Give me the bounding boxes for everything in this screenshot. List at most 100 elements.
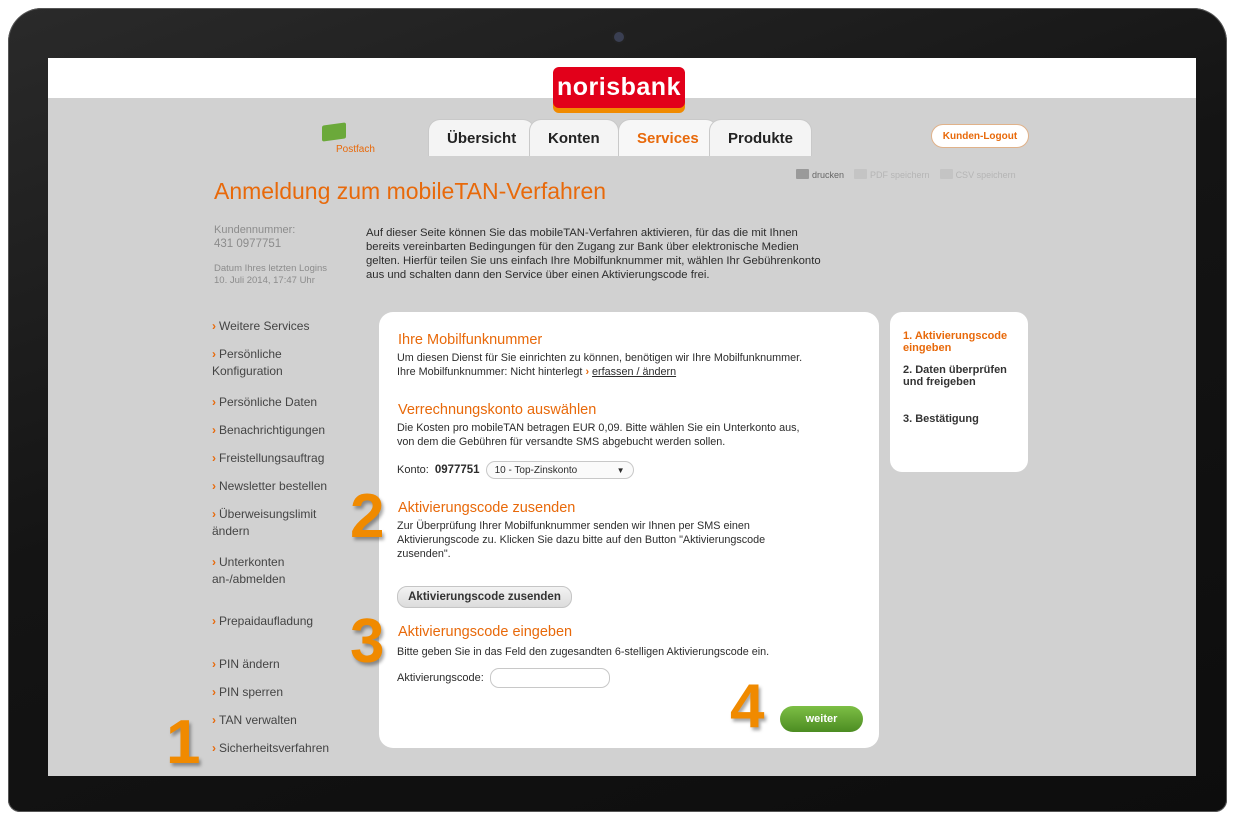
sidebar-item-prepaidaufladung[interactable]: › Prepaidaufladung	[212, 613, 352, 630]
chevron-right-icon: ›	[212, 347, 216, 361]
csv-link[interactable]: CSV speichern	[939, 169, 1016, 180]
send-text-line: Aktivierungscode zu. Klicken Sie dazu bi…	[397, 533, 766, 546]
code-row: Aktivierungscode:	[397, 668, 610, 688]
sidebar-item-persoenliche-daten[interactable]: › Persönliche Daten	[212, 394, 352, 411]
chevron-right-icon: ›	[212, 741, 216, 755]
enter-text: Bitte geben Sie in das Feld den zugesand…	[397, 646, 770, 658]
overlay-number-2: 2	[350, 482, 385, 551]
intro-line: Auf dieser Seite können Sie das mobileTA…	[366, 227, 798, 239]
postfach-link[interactable]: Postfach	[316, 122, 386, 156]
overlay-number-3: 3	[350, 607, 385, 676]
account-text-line: von dem die Gebühren für versandte SMS a…	[397, 435, 726, 448]
csv-icon	[939, 169, 953, 179]
print-link[interactable]: drucken	[796, 169, 844, 180]
step-2: 2. Daten überprüfen und freigeben	[903, 364, 1007, 388]
sidebar-item-pin-sperren[interactable]: › PIN sperren	[212, 684, 352, 701]
tab-uebersicht[interactable]: Übersicht	[428, 119, 536, 156]
chevron-right-icon: ›	[212, 507, 216, 521]
browser-screen: norisbank Postfach Übersicht Konten Serv…	[48, 58, 1196, 776]
sidebar-item-label: Weitere Services	[219, 319, 310, 333]
konto-select-value: 10 - Top-Zinskonto	[494, 464, 578, 476]
account-heading: Verrechnungskonto auswählen	[398, 402, 597, 418]
edit-mobile-link[interactable]: erfassen / ändern	[592, 366, 676, 378]
sidebar-item-label: Persönliche Konfiguration	[212, 347, 283, 378]
send-text-line: Zur Überprüfung Ihrer Mobilfunknummer se…	[397, 520, 750, 532]
sidebar-item-label: Newsletter bestellen	[219, 479, 328, 493]
chevron-right-icon: ›	[585, 366, 590, 378]
sidebar-item-freistellungsauftrag[interactable]: › Freistellungsauftrag	[212, 450, 352, 467]
step-3: 3. Bestätigung	[903, 413, 979, 425]
last-login-label: Datum Ihres letzten Logins	[214, 263, 328, 274]
sidebar-item-label: Benachrichtigungen	[219, 423, 326, 437]
last-login-value: 10. Juli 2014, 17:47 Uhr	[214, 275, 315, 286]
intro-text: Auf dieser Seite können Sie das mobileTA…	[366, 226, 871, 282]
chevron-right-icon: ›	[212, 657, 216, 671]
pdf-icon	[854, 169, 868, 179]
printer-icon	[796, 169, 809, 179]
send-code-button[interactable]: Aktivierungscode zusenden	[397, 586, 572, 608]
page-tools: drucken PDF speichern CSV speichern	[796, 169, 1016, 180]
intro-line: aus und schalten dann den Service über e…	[366, 269, 710, 281]
sidebar-item-benachrichtigungen[interactable]: › Benachrichtigungen	[212, 422, 352, 439]
sidebar-item-label: Sicherheitsverfahren	[219, 741, 330, 755]
sidebar-item-newsletter[interactable]: › Newsletter bestellen	[212, 478, 352, 495]
sidebar-item-persoenliche-konfiguration[interactable]: › Persönliche Konfiguration	[212, 346, 352, 380]
sidebar-item-label: TAN verwalten	[219, 713, 297, 727]
sidebar-item-tan-verwalten[interactable]: › TAN verwalten	[212, 712, 352, 729]
customer-number: 431 0977751	[214, 238, 282, 250]
csv-label: CSV speichern	[955, 170, 1016, 180]
activation-code-input[interactable]	[489, 668, 610, 688]
page-title: Anmeldung zum mobileTAN-Verfahren	[214, 178, 607, 204]
sidebar-item-sicherheitsverfahren[interactable]: › Sicherheitsverfahren	[212, 740, 352, 757]
intro-line: gelten. Hierfür teilen Sie uns einfach I…	[366, 255, 821, 267]
mobile-heading: Ihre Mobilfunknummer	[398, 332, 543, 348]
camera	[614, 32, 624, 42]
tab-produkte[interactable]: Produkte	[709, 119, 813, 156]
overlay-number-1: 1	[166, 708, 201, 776]
konto-row: Konto: 0977751 10 - Top-Zinskonto ▼	[397, 461, 634, 479]
sidebar-item-ueberweisungslimit[interactable]: › Überweisungslimit ändern	[212, 506, 352, 540]
weiter-button[interactable]: weiter	[780, 706, 863, 732]
sidebar-item-pin-aendern[interactable]: › PIN ändern	[212, 656, 352, 673]
code-label: Aktivierungscode:	[397, 672, 484, 684]
chevron-right-icon: ›	[212, 319, 216, 333]
envelope-icon	[322, 122, 346, 142]
sidebar-item-label: Freistellungsauftrag	[219, 451, 325, 465]
tab-konten[interactable]: Konten	[529, 119, 619, 156]
sidebar-item-label: Unterkonten an-/abmelden	[212, 555, 286, 586]
activation-form-card: Ihre Mobilfunknummer Um diesen Dienst fü…	[379, 312, 879, 748]
progress-steps: 1. Aktivierungscode eingeben 2. Daten üb…	[890, 312, 1028, 472]
postfach-label: Postfach	[336, 144, 375, 155]
intro-line: bereits vereinbarten Bedingungen für den…	[366, 241, 799, 253]
mobile-status: Ihre Mobilfunknummer: Nicht hinterlegt	[397, 366, 583, 378]
sidebar-item-label: Persönliche Daten	[219, 395, 318, 409]
chevron-right-icon: ›	[212, 423, 216, 437]
print-label: drucken	[812, 170, 845, 180]
send-heading: Aktivierungscode zusenden	[398, 500, 576, 516]
chevron-right-icon: ›	[212, 395, 216, 409]
chevron-right-icon: ›	[212, 451, 216, 465]
account-text: Die Kosten pro mobileTAN betragen EUR 0,…	[397, 422, 869, 450]
tab-services[interactable]: Services	[618, 119, 718, 156]
mobile-text: Um diesen Dienst für Sie einrichten zu k…	[397, 352, 803, 364]
chevron-right-icon: ›	[212, 555, 216, 569]
konto-select[interactable]: 10 - Top-Zinskonto ▼	[485, 461, 634, 479]
mobile-status-line: Ihre Mobilfunknummer: Nicht hinterlegt ›…	[397, 366, 869, 380]
logout-button[interactable]: Kunden-Logout	[931, 124, 1029, 148]
overlay-number-4: 4	[730, 672, 765, 741]
customer-number-label: Kundennummer:	[214, 224, 296, 236]
chevron-right-icon: ›	[212, 713, 216, 727]
step-1: 1. Aktivierungscode eingeben	[903, 330, 1008, 354]
chevron-right-icon: ›	[212, 479, 216, 493]
chevron-down-icon: ▼	[616, 465, 625, 475]
sidebar-item-label: Überweisungslimit ändern	[212, 507, 317, 538]
send-text-line: zusenden".	[397, 547, 451, 560]
sidebar-item-label: Prepaidaufladung	[219, 614, 314, 628]
pdf-link[interactable]: PDF speichern	[854, 169, 930, 180]
sidebar-item-unterkonten[interactable]: › Unterkonten an-/abmelden	[212, 554, 352, 588]
sidebar-item-label: PIN ändern	[219, 657, 280, 671]
sidebar-item-weitere-services[interactable]: › Weitere Services	[212, 318, 352, 335]
sidebar-item-label: PIN sperren	[219, 685, 284, 699]
norisbank-logo[interactable]: norisbank	[553, 67, 685, 108]
account-text-line: Die Kosten pro mobileTAN betragen EUR 0,…	[397, 422, 800, 434]
